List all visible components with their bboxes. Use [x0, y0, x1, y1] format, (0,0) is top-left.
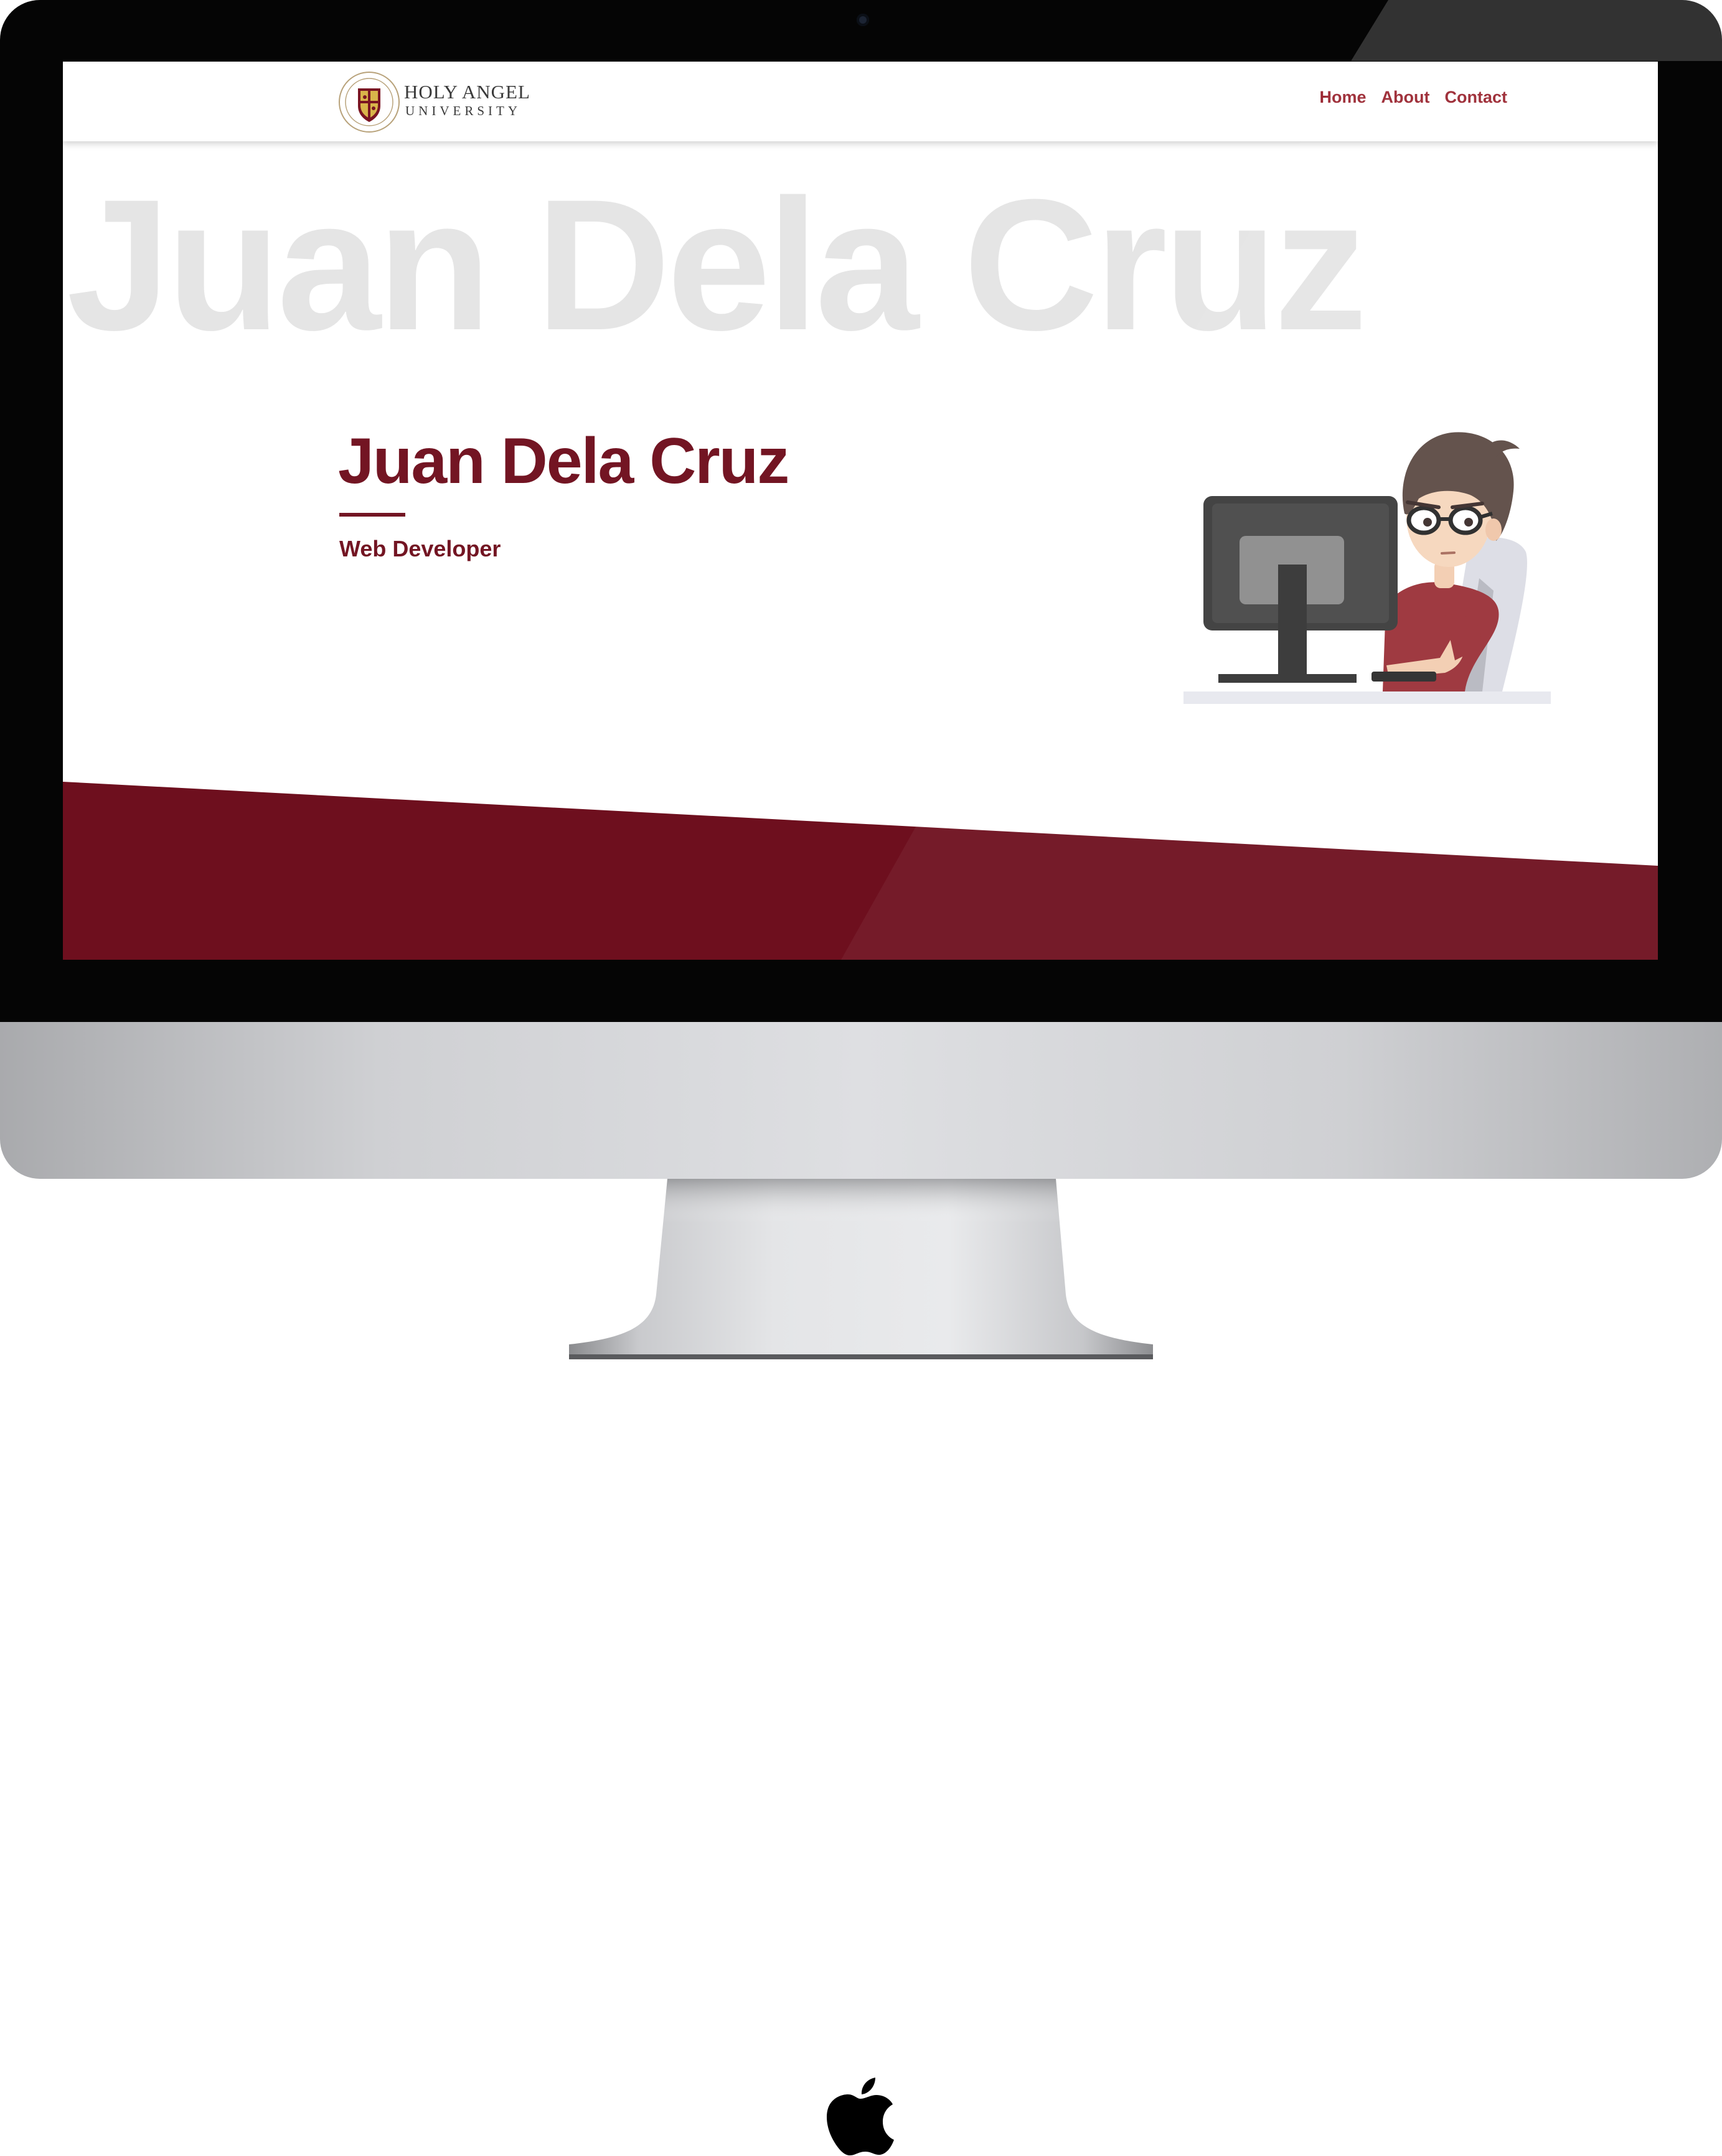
logo-text-line2: UNIVERSITY — [405, 103, 521, 118]
main-nav: Home About Contact — [1320, 88, 1507, 107]
logo-text-line1: HOLY ANGEL — [404, 81, 530, 103]
developer-at-computer-illustration — [1183, 432, 1551, 704]
nav-home-link[interactable]: Home — [1320, 88, 1367, 107]
apple-logo-icon — [827, 2078, 894, 2155]
hero-subtitle: Web Developer — [339, 536, 501, 561]
hero-title: Juan Dela Cruz — [338, 425, 789, 497]
nav-about-link[interactable]: About — [1381, 88, 1430, 107]
university-logo[interactable]: HOLY ANGEL UNIVERSITY — [338, 70, 530, 134]
site-header: HOLY ANGEL UNIVERSITY Home About Contact — [63, 62, 1658, 141]
imac-chin — [0, 1022, 1722, 2155]
hero-background-name: Juan Dela Cruz — [67, 160, 1367, 369]
website-screen: HOLY ANGEL UNIVERSITY Home About Contact… — [63, 62, 1658, 960]
camera-icon — [857, 14, 869, 26]
university-seal-icon — [339, 72, 400, 133]
nav-contact-link[interactable]: Contact — [1445, 88, 1508, 107]
hero-title-underline — [339, 513, 405, 517]
